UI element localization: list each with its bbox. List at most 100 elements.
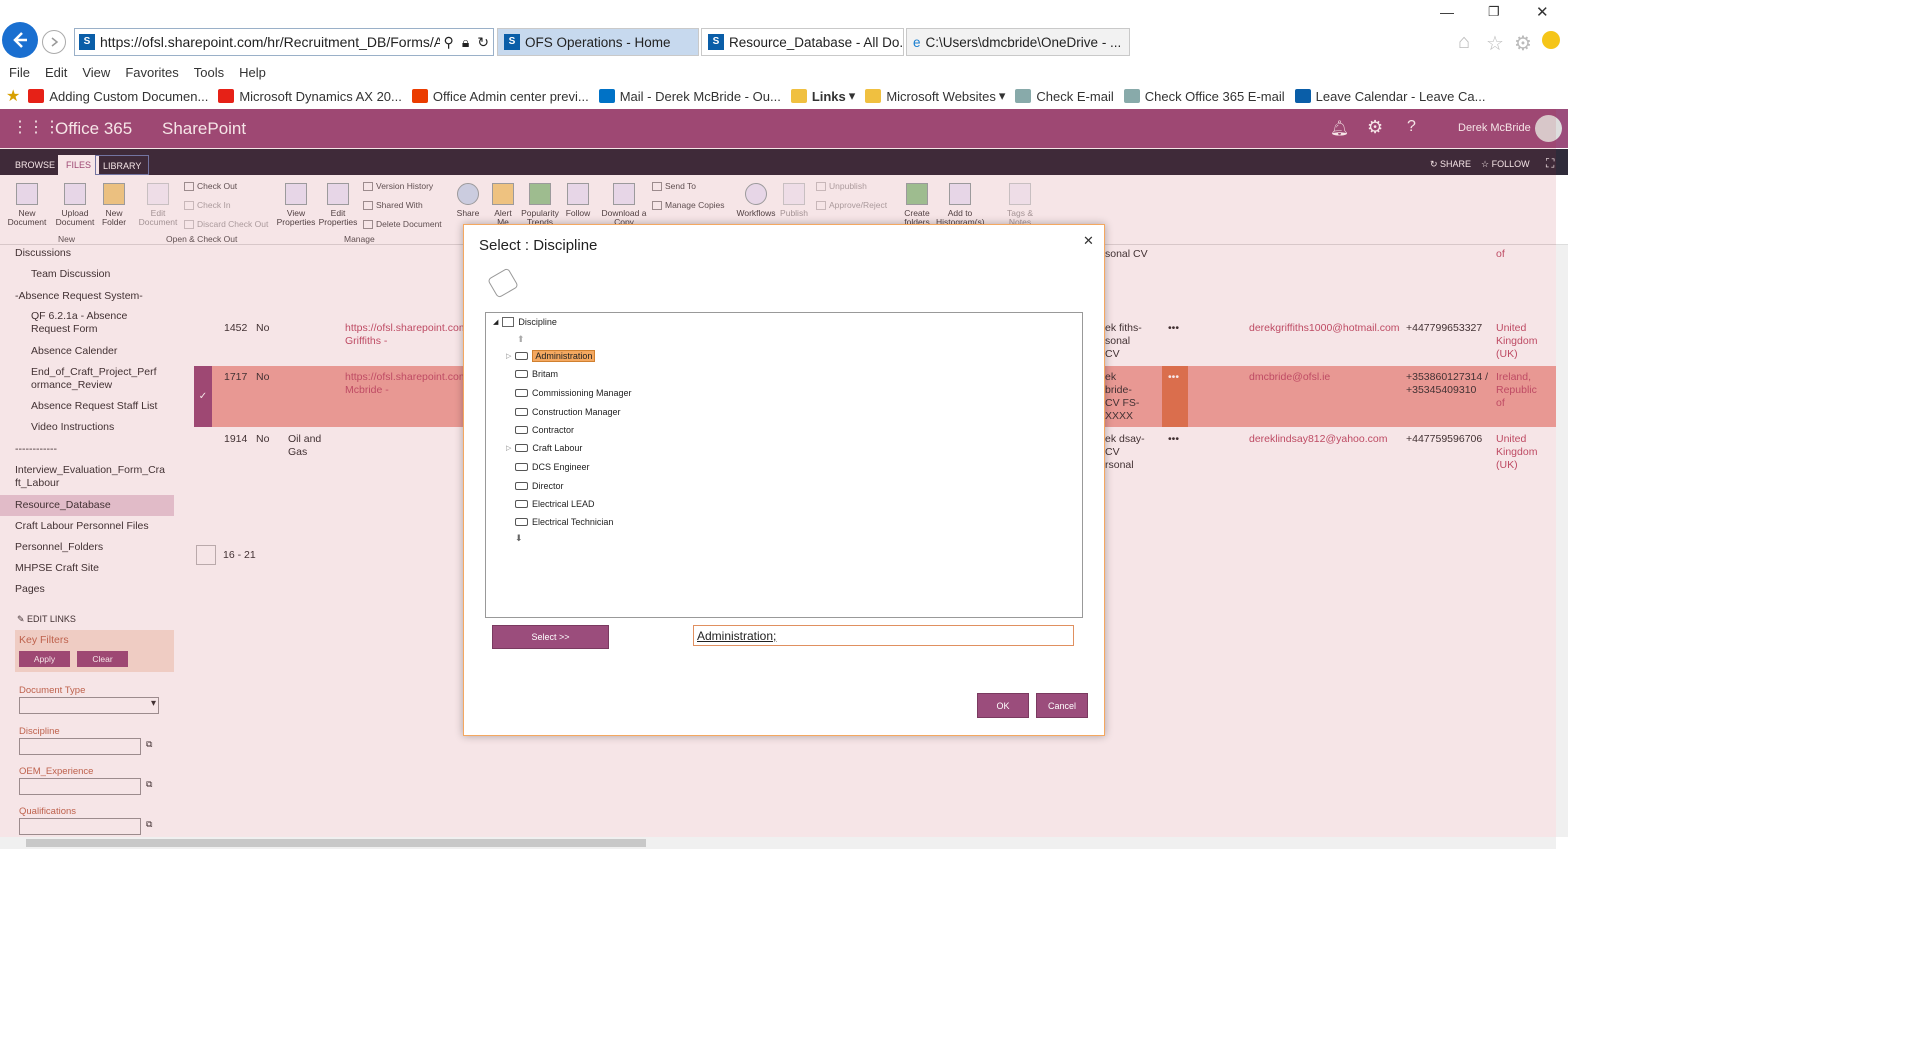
fav-item[interactable]: Leave Calendar - Leave Ca... — [1294, 88, 1486, 104]
add-favorite-icon[interactable]: ★ — [6, 86, 20, 106]
fav-item[interactable]: Mail - Derek McBride - Ou... — [598, 88, 781, 104]
search-icon[interactable]: ⚲ — [444, 34, 454, 51]
fav-folder-links[interactable]: Links ▾ — [790, 88, 855, 104]
tree-node-director[interactable]: Director — [515, 481, 564, 491]
term-icon — [515, 370, 528, 378]
forward-button[interactable] — [42, 30, 66, 54]
tree-node-electrical-technician[interactable]: Electrical Technician — [515, 517, 613, 527]
tab-onedrive[interactable]: e C:\Users\dmcbride\OneDrive - ... — [906, 28, 1130, 56]
scroll-up-icon[interactable]: ⬆ — [517, 334, 525, 345]
tree-node-label: Electrical LEAD — [532, 499, 595, 509]
term-tree[interactable]: ◢ Discipline ⬆ ▷ Administration Britam Com… — [485, 312, 1083, 618]
selected-term: Administration; — [697, 629, 777, 643]
scroll-down-icon[interactable]: ⬇ — [515, 533, 523, 544]
fav-item[interactable]: Check Office 365 E-mail — [1123, 88, 1285, 104]
term-icon — [515, 352, 529, 360]
menu-edit[interactable]: Edit — [45, 65, 67, 80]
fav-label: Adding Custom Documen... — [49, 88, 209, 104]
term-icon — [515, 463, 528, 471]
selected-terms-field[interactable]: Administration; — [693, 625, 1074, 646]
menu-favorites[interactable]: Favorites — [125, 65, 178, 80]
smiley-icon[interactable] — [1542, 31, 1560, 49]
menu-help[interactable]: Help — [239, 65, 266, 80]
minimize-button[interactable]: — — [1440, 4, 1454, 20]
tab-ofs-operations[interactable]: S OFS Operations - Home — [497, 28, 699, 56]
menu-tools[interactable]: Tools — [194, 65, 224, 80]
select-discipline-dialog: Select : Discipline ✕ ◢ Discipline ⬆ ▷ Adm… — [463, 224, 1105, 736]
fav-label: Microsoft Dynamics AX 20... — [239, 88, 402, 104]
term-icon — [515, 389, 528, 397]
tab-label: Resource_Database - All Do... — [729, 34, 904, 50]
tree-node-contractor[interactable]: Contractor — [515, 425, 574, 435]
collapse-icon: ◢ — [493, 319, 499, 326]
refresh-icon[interactable]: ↻ — [477, 34, 489, 51]
horizontal-scrollbar[interactable] — [0, 837, 1556, 849]
tree-node-construction-manager[interactable]: Construction Manager — [515, 407, 621, 417]
lock-icon: 🔒︎ — [461, 33, 470, 50]
address-bar[interactable]: S https://ofsl.sharepoint.com/hr/Recruit… — [74, 28, 494, 56]
fav-item[interactable]: Microsoft Dynamics AX 20... — [218, 89, 402, 104]
dialog-title: Select : Discipline — [479, 237, 598, 254]
fav-label: Links — [811, 88, 846, 104]
settings-gear-icon[interactable]: ⚙ — [1514, 31, 1532, 56]
tab-label: C:\Users\dmcbride\OneDrive - ... — [925, 34, 1122, 50]
cancel-button[interactable]: Cancel — [1036, 693, 1088, 718]
webpage-icon — [1123, 89, 1140, 103]
fav-item[interactable]: Check E-mail — [1015, 88, 1114, 104]
tree-node-label: Britam — [532, 369, 559, 379]
chevron-down-icon: ▾ — [998, 88, 1006, 103]
back-button[interactable] — [2, 22, 38, 58]
fav-label: Mail - Derek McBride - Ou... — [619, 88, 781, 104]
scrollbar-thumb[interactable] — [26, 839, 646, 847]
fav-folder-microsoft[interactable]: Microsoft Websites ▾ — [865, 88, 1005, 104]
menu-view[interactable]: View — [82, 65, 110, 80]
tree-node-label: Commissioning Manager — [532, 388, 632, 398]
tab-resource-database[interactable]: S Resource_Database - All Do... ✕ — [701, 28, 904, 56]
ie-icon: e — [913, 34, 921, 50]
youtube-icon — [28, 89, 45, 103]
tree-node-label: Construction Manager — [532, 407, 621, 417]
fav-label: Leave Calendar - Leave Ca... — [1315, 88, 1486, 104]
close-dialog-button[interactable]: ✕ — [1083, 233, 1094, 249]
favorites-bar: ★ Adding Custom Documen... Microsoft Dyn… — [0, 84, 1568, 108]
mail-icon — [598, 89, 615, 103]
fav-item[interactable]: Office Admin center previ... — [411, 88, 589, 104]
tree-node-label: Contractor — [532, 425, 575, 435]
restore-button[interactable]: ❐ — [1488, 4, 1500, 20]
term-icon — [515, 482, 528, 490]
arrow-right-icon — [51, 37, 59, 47]
tree-node-administration[interactable]: ▷ Administration — [506, 350, 596, 362]
close-window-button[interactable]: ✕ — [1536, 3, 1549, 21]
menu-file[interactable]: File — [9, 65, 30, 80]
fav-label: Check Office 365 E-mail — [1144, 88, 1285, 104]
tree-node-label: Director — [532, 481, 564, 491]
tree-node-dcs-engineer[interactable]: DCS Engineer — [515, 462, 590, 472]
term-icon — [515, 518, 528, 526]
sharepoint-icon — [1294, 89, 1311, 103]
term-icon — [515, 500, 528, 508]
ok-button[interactable]: OK — [977, 693, 1029, 718]
sharepoint-icon: S — [504, 34, 520, 50]
tree-node-britam[interactable]: Britam — [515, 369, 558, 379]
term-set-icon — [502, 317, 515, 327]
term-icon — [515, 444, 529, 452]
fav-label: Check E-mail — [1036, 88, 1114, 104]
address-text: https://ofsl.sharepoint.com/hr/Recruitme… — [100, 34, 440, 50]
folder-icon — [790, 89, 807, 103]
tags-icon — [487, 267, 519, 299]
tree-node-label: Administration — [532, 350, 596, 362]
fav-item[interactable]: Adding Custom Documen... — [28, 89, 208, 104]
expand-icon: ▷ — [506, 445, 512, 452]
tree-root-label: Discipline — [518, 317, 557, 327]
vertical-scrollbar[interactable] — [1556, 245, 1568, 837]
tree-node-commissioning-manager[interactable]: Commissioning Manager — [515, 388, 632, 398]
tree-node-craft-labour[interactable]: ▷ Craft Labour — [506, 443, 582, 453]
tree-node-label: Electrical Technician — [532, 517, 614, 527]
select-button[interactable]: Select >> — [492, 625, 609, 649]
fav-label: Office Admin center previ... — [432, 88, 589, 104]
tree-root[interactable]: ◢ Discipline — [493, 317, 557, 327]
tree-node-label: Craft Labour — [532, 443, 583, 453]
favorites-star-icon[interactable]: ☆ — [1486, 31, 1504, 56]
home-icon[interactable]: ⌂ — [1458, 31, 1470, 54]
tree-node-electrical-lead[interactable]: Electrical LEAD — [515, 499, 595, 509]
